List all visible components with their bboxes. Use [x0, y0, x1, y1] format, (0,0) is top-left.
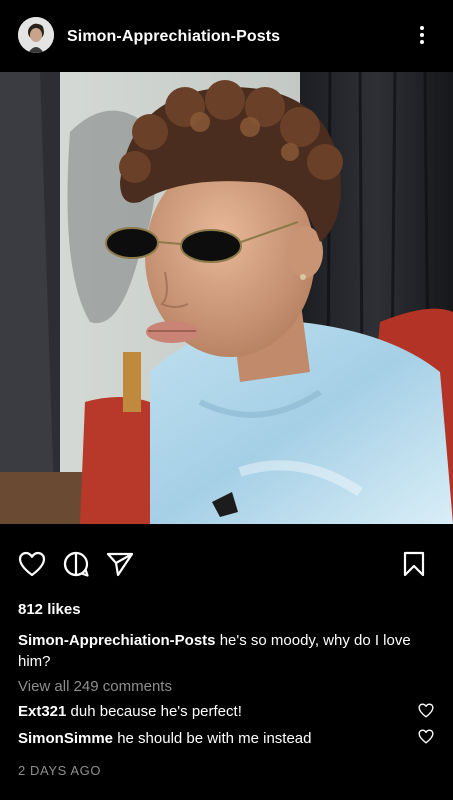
action-bar [0, 545, 453, 585]
header-username[interactable]: Simon-Apprechiation-Posts [67, 28, 280, 46]
post-photo [0, 72, 453, 524]
comment-heart-icon[interactable] [418, 729, 436, 747]
caption-username[interactable]: Simon-Apprechiation-Posts [18, 632, 216, 649]
post-timestamp: 2 DAYS AGO [18, 763, 102, 778]
more-options-icon[interactable] [410, 22, 434, 48]
heart-icon[interactable] [16, 545, 48, 583]
comment-item: SimonSimme he should be with me instead [18, 730, 418, 748]
post-header: Simon-Apprechiation-Posts [0, 0, 453, 72]
bookmark-icon[interactable] [398, 545, 430, 583]
post-caption: Simon-Apprechiation-Posts he's so moody,… [18, 630, 428, 672]
comment-text: he should be with me instead [117, 730, 312, 747]
comment-text: duh because he's perfect! [70, 703, 242, 720]
comment-heart-icon[interactable] [418, 703, 436, 721]
comment-username[interactable]: Ext321 [18, 703, 66, 720]
avatar-image [18, 17, 54, 53]
post-image[interactable] [0, 72, 453, 524]
view-all-comments-link[interactable]: View all 249 comments [18, 678, 172, 695]
likes-count[interactable]: 812 likes [18, 601, 81, 618]
comment-username[interactable]: SimonSimme [18, 730, 113, 747]
comment-icon[interactable] [60, 545, 92, 583]
send-icon[interactable] [104, 545, 136, 583]
comment-item: Ext321 duh because he's perfect! [18, 703, 418, 721]
avatar[interactable] [18, 17, 54, 53]
